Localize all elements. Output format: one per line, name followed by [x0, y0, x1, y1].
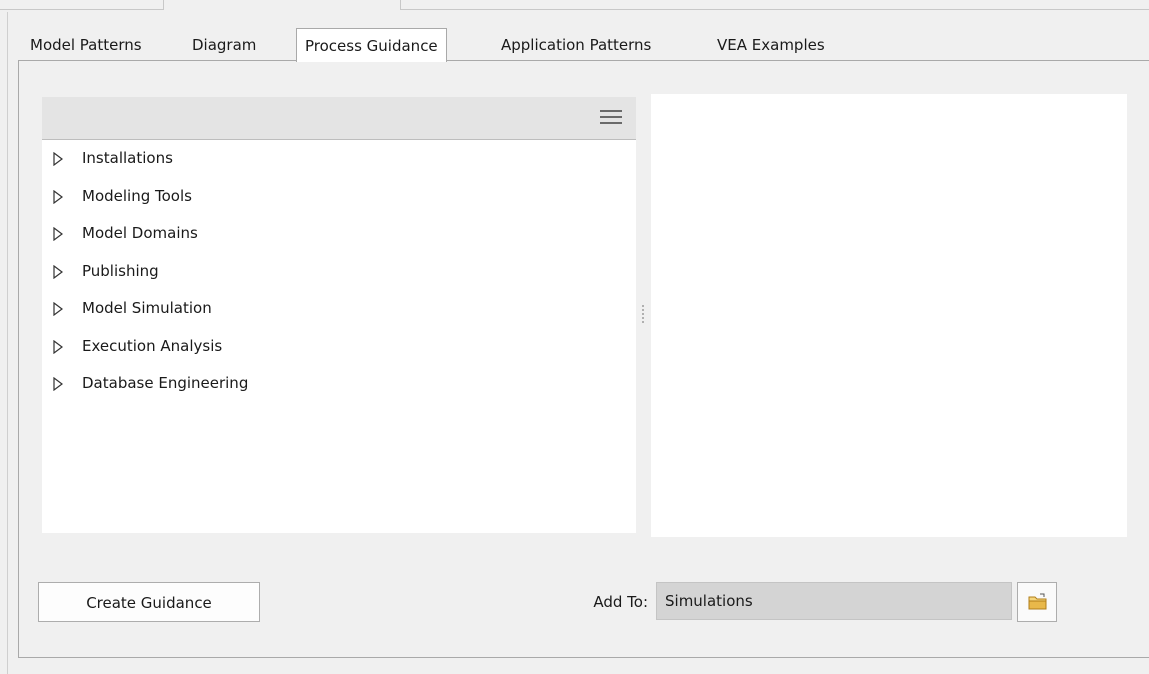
- tree-item-label: Model Domains: [82, 224, 198, 242]
- guidance-detail-pane: [651, 94, 1127, 537]
- triangle-right-outline-icon[interactable]: [52, 189, 64, 204]
- tree-item-database-engineering[interactable]: Database Engineering: [42, 365, 636, 403]
- triangle-right-outline-icon[interactable]: [52, 227, 64, 241]
- top-divider-left: [0, 9, 163, 10]
- triangle-right-outline-icon[interactable]: [52, 152, 64, 166]
- top-divider-right: [401, 9, 1149, 10]
- triangle-right-outline-icon[interactable]: [52, 377, 64, 391]
- tab-application-patterns[interactable]: Application Patterns: [493, 28, 659, 60]
- tree-item-label: Publishing: [82, 261, 159, 280]
- create-guidance-button[interactable]: Create Guidance: [38, 582, 260, 622]
- tree-item-model-domains[interactable]: Model Domains: [42, 215, 636, 253]
- pane-splitter[interactable]: [637, 97, 650, 533]
- guidance-tree: Installations Modeling Tools Model Domai…: [42, 140, 636, 403]
- tab-diagram[interactable]: Diagram: [184, 28, 264, 60]
- triangle-right-outline-icon[interactable]: [52, 302, 64, 316]
- triangle-right-outline-icon[interactable]: [52, 339, 64, 354]
- tree-item-modeling-tools[interactable]: Modeling Tools: [42, 178, 636, 216]
- top-strip: [0, 0, 1149, 12]
- splitter-grip-icon: [642, 305, 644, 325]
- guidance-tree-pane: Installations Modeling Tools Model Domai…: [42, 97, 636, 533]
- folder-open-icon: [1028, 593, 1047, 610]
- tree-item-installations[interactable]: Installations: [42, 140, 636, 178]
- tree-item-label: Execution Analysis: [82, 336, 223, 355]
- tree-item-label: Modeling Tools: [82, 186, 192, 205]
- browse-button[interactable]: [1017, 582, 1057, 622]
- tree-item-publishing[interactable]: Publishing: [42, 253, 636, 291]
- top-divider-tick: [163, 0, 164, 10]
- add-to-field[interactable]: Simulations: [656, 582, 1012, 620]
- triangle-right-outline-icon[interactable]: [52, 264, 64, 279]
- tab-vea-examples[interactable]: VEA Examples: [709, 28, 833, 60]
- tree-item-execution-analysis[interactable]: Execution Analysis: [42, 328, 636, 366]
- tab-process-guidance[interactable]: Process Guidance: [296, 28, 447, 62]
- tree-header: [42, 97, 636, 140]
- tab-model-patterns[interactable]: Model Patterns: [22, 28, 150, 60]
- hamburger-menu-icon[interactable]: [600, 110, 622, 126]
- tree-item-model-simulation[interactable]: Model Simulation: [42, 290, 636, 328]
- tree-item-label: Model Simulation: [82, 299, 212, 317]
- tree-item-label: Installations: [82, 149, 173, 167]
- add-to-label: Add To:: [593, 593, 648, 611]
- tree-item-label: Database Engineering: [82, 374, 249, 392]
